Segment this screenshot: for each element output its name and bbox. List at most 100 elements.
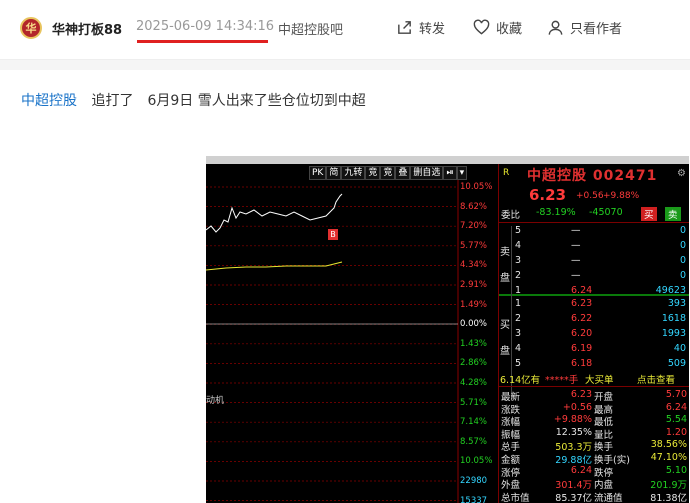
gear-icon[interactable]: ⚙: [677, 168, 686, 179]
quote-stat-row: 振幅 12.35% 量比 1.20: [499, 426, 689, 441]
order-book-row: 2 — 0: [499, 270, 689, 283]
favorite-button[interactable]: 收藏: [473, 18, 522, 37]
order-ratio-row: 委比 -83.19% -45070 买 卖: [499, 207, 689, 221]
axis-pct-label: 8.62%: [460, 201, 488, 212]
stat-value: 6.23: [570, 389, 592, 400]
order-book-row: 4 6.19 40: [499, 343, 689, 356]
post-timestamp: 2025-06-09 14:34:16: [136, 19, 275, 34]
level-volume: 1618: [661, 313, 686, 324]
section-divider: [0, 60, 690, 70]
level-price: 6.19: [571, 343, 593, 354]
level-number: 2: [515, 313, 522, 324]
stat-value: 6.24: [665, 401, 687, 413]
stat-value: 5.54: [665, 414, 687, 426]
person-icon: [548, 20, 563, 35]
level-number: 5: [515, 358, 522, 369]
stat-value: 5.70: [665, 389, 687, 400]
quote-stat-row: 总手 503.3万 换手 38.56%: [499, 439, 689, 453]
author-only-button[interactable]: 只看作者: [547, 18, 622, 37]
chart-tool-button[interactable]: 九转: [341, 166, 366, 180]
level-volume: 40: [673, 343, 686, 354]
bids-side-label: 买盘: [500, 320, 510, 357]
author-name[interactable]: 华神打板88: [52, 19, 122, 38]
quote-stat-row: 金额 29.88亿 换手(实) 47.10%: [499, 452, 689, 466]
level-price: 6.22: [571, 313, 593, 324]
chart-tool-button[interactable]: 竞: [365, 166, 381, 180]
timestamp-underline: [137, 40, 268, 43]
chart-tool-button[interactable]: 删自选: [410, 166, 444, 180]
price-change: +0.56: [576, 191, 604, 201]
forum-name-link[interactable]: 中超控股吧: [278, 19, 343, 38]
author-only-label: 只看作者: [570, 22, 623, 37]
order-book-row: 1 6.24 49623: [499, 285, 689, 298]
view-detail-link[interactable]: 点击查看: [637, 372, 675, 386]
level-number: 4: [515, 343, 522, 354]
chart-tool-button[interactable]: ⏯: [443, 166, 457, 180]
stat-label: 流通值: [594, 492, 623, 503]
buy-marker: B: [328, 229, 338, 240]
axis-pct-label: 7.20%: [460, 221, 488, 232]
stat-value: 38.56%: [650, 439, 687, 451]
level-number: 2: [515, 270, 522, 281]
axis-pct-label: 0.00%: [460, 319, 488, 330]
level-volume: 0: [679, 255, 686, 266]
quote-stat-row: 总市值 85.37亿 流通值 81.38亿: [499, 490, 689, 503]
axis-pct-label: 1.49%: [460, 299, 488, 310]
stat-value: 12.35%: [555, 426, 592, 438]
sell-button[interactable]: 卖: [665, 207, 681, 221]
big-order-amount: 6.14亿有: [500, 375, 541, 386]
avatar-text: 华: [25, 22, 37, 35]
axis-pct-label: 22980: [460, 476, 488, 486]
stat-value: 6.24: [570, 464, 592, 476]
axis-pct-label: 8.57%: [460, 436, 488, 447]
level-price: 6.23: [571, 298, 593, 309]
level-volume: 0: [679, 270, 686, 281]
big-order-row[interactable]: 6.14亿有 *****手 大买单 点击查看: [499, 372, 689, 386]
quote-panel: R 中超控股 002471 ⚙ 6.23 +0.56 +9.88% 委比 -83…: [498, 164, 689, 503]
stat-value: 47.10%: [650, 452, 687, 463]
order-book-row: 3 — 0: [499, 255, 689, 268]
axis-pct-label: 4.28%: [460, 378, 488, 388]
level-price: —: [571, 225, 581, 236]
level-volume: 393: [667, 298, 686, 309]
axis-pct-label: 15337: [460, 495, 488, 503]
stat-value: +0.56: [562, 401, 592, 413]
chart-tool-button[interactable]: 简: [326, 166, 342, 180]
level-price: —: [571, 270, 581, 281]
stat-value: 81.38亿: [650, 492, 687, 503]
order-book-row: 1 6.23 393: [499, 298, 689, 311]
stock-name-code: 中超控股 002471: [527, 168, 658, 184]
chart-toolbar: PK 简九转竞竞叠删自选 ⏯ ▾: [309, 166, 497, 180]
chart-tool-button[interactable]: 叠: [395, 166, 411, 180]
axis-pct-label: 5.71%: [460, 397, 488, 408]
order-book-row: 3 6.20 1993: [499, 328, 689, 341]
quote-stat-row: 涨停 6.24 跌停 5.10: [499, 464, 689, 479]
chart-tool-button[interactable]: ▾: [456, 166, 468, 180]
level-number: 1: [515, 298, 522, 309]
buy-button[interactable]: 买: [641, 207, 657, 221]
order-book-row: 5 — 0: [499, 225, 689, 238]
webi-diff: -45070: [589, 207, 623, 218]
stock-link[interactable]: 中超控股: [21, 93, 77, 109]
last-price: 6.23: [529, 186, 567, 204]
quote-screenshot[interactable]: B 动机 10.05% 8.62% 7.20% 5.77% 4.34% 2.91% 1.49…: [206, 156, 689, 503]
stat-value: 85.37亿: [555, 492, 592, 503]
stat-value: 1.20: [665, 426, 687, 438]
axis-pct-label: 5.77%: [460, 240, 488, 251]
chart-tool-button[interactable]: 竞: [380, 166, 396, 180]
average-price-line: [206, 261, 343, 271]
separator: [499, 222, 689, 223]
level-volume: 0: [679, 225, 686, 236]
post-content: 中超控股 追打了 6月9日 雪人出来了些仓位切到中超: [21, 90, 366, 110]
share-icon: [398, 21, 411, 34]
quote-stat-row: 涨幅 +9.88% 最低 5.54: [499, 414, 689, 428]
chart-tool-button[interactable]: PK: [309, 166, 327, 180]
share-button[interactable]: 转发: [396, 18, 445, 37]
level-price: —: [571, 240, 581, 251]
favorite-label: 收藏: [496, 22, 523, 37]
intraday-chart-svg: [206, 178, 459, 503]
level-volume: 0: [679, 240, 686, 251]
level-number: 5: [515, 225, 522, 236]
avatar[interactable]: 华: [20, 17, 42, 39]
axis-pct-label: 10.05%: [460, 182, 493, 192]
